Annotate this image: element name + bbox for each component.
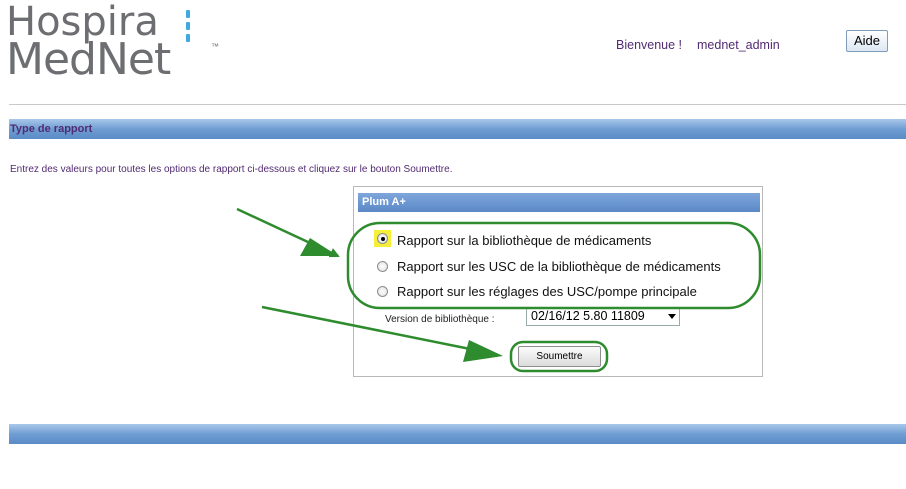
- submit-highlight-ellipse: [509, 340, 609, 373]
- arrow-icon: [261, 305, 491, 355]
- options-highlight-ellipse: [346, 221, 762, 310]
- arrow-head-2: [463, 340, 503, 362]
- annotation-overlay: [236, 207, 762, 373]
